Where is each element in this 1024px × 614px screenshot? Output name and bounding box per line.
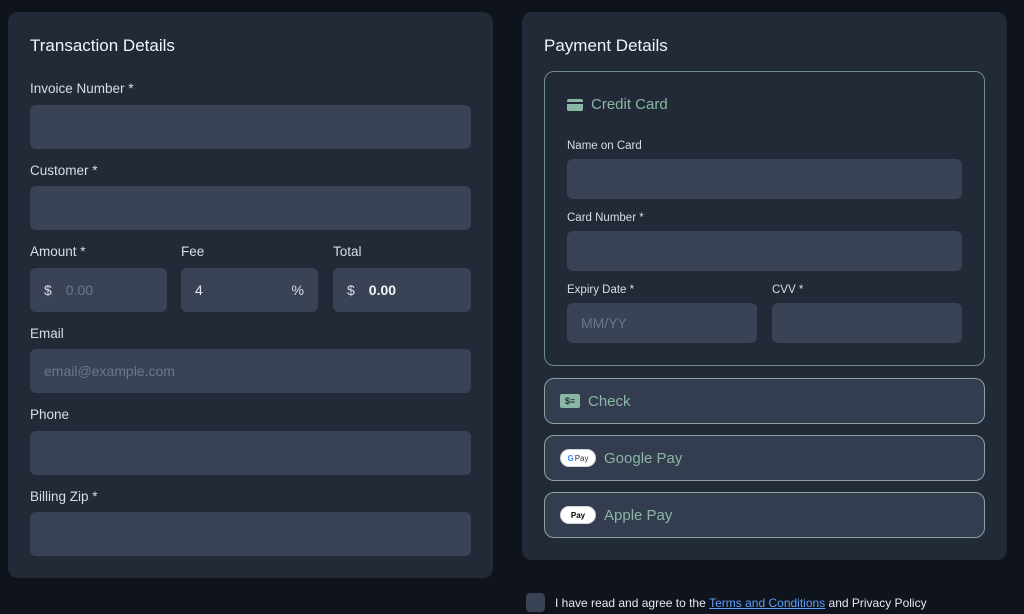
card-number-label: Card Number * xyxy=(567,212,644,224)
phone-input[interactable] xyxy=(30,431,471,475)
credit-card-header[interactable]: Credit Card xyxy=(567,96,668,113)
transaction-details-title: Transaction Details xyxy=(30,36,175,55)
amount-label: Amount * xyxy=(30,244,86,259)
total-field: $ 0.00 xyxy=(333,268,471,312)
terms-link[interactable]: Terms and Conditions xyxy=(709,596,825,610)
transaction-details-panel: Transaction Details Invoice Number * Cus… xyxy=(8,12,493,578)
cvv-input[interactable] xyxy=(772,303,962,343)
customer-label: Customer * xyxy=(30,163,98,178)
check-method[interactable]: $≡ Check xyxy=(544,378,985,424)
amount-input[interactable]: $ 0.00 xyxy=(30,268,167,312)
google-pay-icon: G Pay xyxy=(560,449,596,467)
google-pay-method[interactable]: G Pay Google Pay xyxy=(544,435,985,481)
phone-label: Phone xyxy=(30,407,70,422)
name-on-card-input[interactable] xyxy=(567,159,962,199)
customer-input[interactable] xyxy=(30,186,471,230)
amount-placeholder: 0.00 xyxy=(65,282,94,298)
expiry-date-label: Expiry Date * xyxy=(567,284,635,296)
credit-card-icon xyxy=(567,98,583,111)
google-pay-label: Google Pay xyxy=(604,449,683,467)
terms-agreement: I have read and agree to the Terms and C… xyxy=(526,593,927,612)
total-label: Total xyxy=(333,244,362,259)
expiry-date-input[interactable] xyxy=(567,303,757,343)
check-label: Check xyxy=(588,392,631,410)
check-icon: $≡ xyxy=(560,394,580,408)
cvv-label: CVV * xyxy=(772,284,804,296)
card-number-input[interactable] xyxy=(567,231,962,271)
apple-pay-icon: Pay xyxy=(560,506,596,524)
fee-value: 4 xyxy=(195,282,203,298)
email-input[interactable] xyxy=(30,349,471,393)
terms-suffix: and Privacy Policy xyxy=(828,595,927,610)
billing-zip-label: Billing Zip * xyxy=(30,489,98,504)
fee-label: Fee xyxy=(181,244,205,259)
email-label: Email xyxy=(30,326,64,341)
credit-card-label: Credit Card xyxy=(591,96,668,113)
billing-zip-input[interactable] xyxy=(30,512,471,556)
credit-card-method[interactable]: Credit Card Name on Card Card Number * E… xyxy=(544,71,985,366)
total-value: 0.00 xyxy=(368,282,397,298)
fee-input[interactable]: 4 % xyxy=(181,268,318,312)
total-currency-prefix: $ xyxy=(347,282,355,298)
fee-percent-suffix: % xyxy=(291,282,304,298)
payment-details-title: Payment Details xyxy=(544,36,668,55)
payment-details-panel: Payment Details Credit Card Name on Card… xyxy=(522,12,1007,560)
invoice-number-label: Invoice Number * xyxy=(30,81,134,96)
name-on-card-label: Name on Card xyxy=(567,140,642,152)
invoice-number-input[interactable] xyxy=(30,105,471,149)
amount-currency-prefix: $ xyxy=(44,282,52,298)
apple-pay-method[interactable]: Pay Apple Pay xyxy=(544,492,985,538)
apple-pay-label: Apple Pay xyxy=(604,506,673,524)
terms-checkbox[interactable] xyxy=(526,593,545,612)
terms-prefix: I have read and agree to the xyxy=(555,595,706,610)
